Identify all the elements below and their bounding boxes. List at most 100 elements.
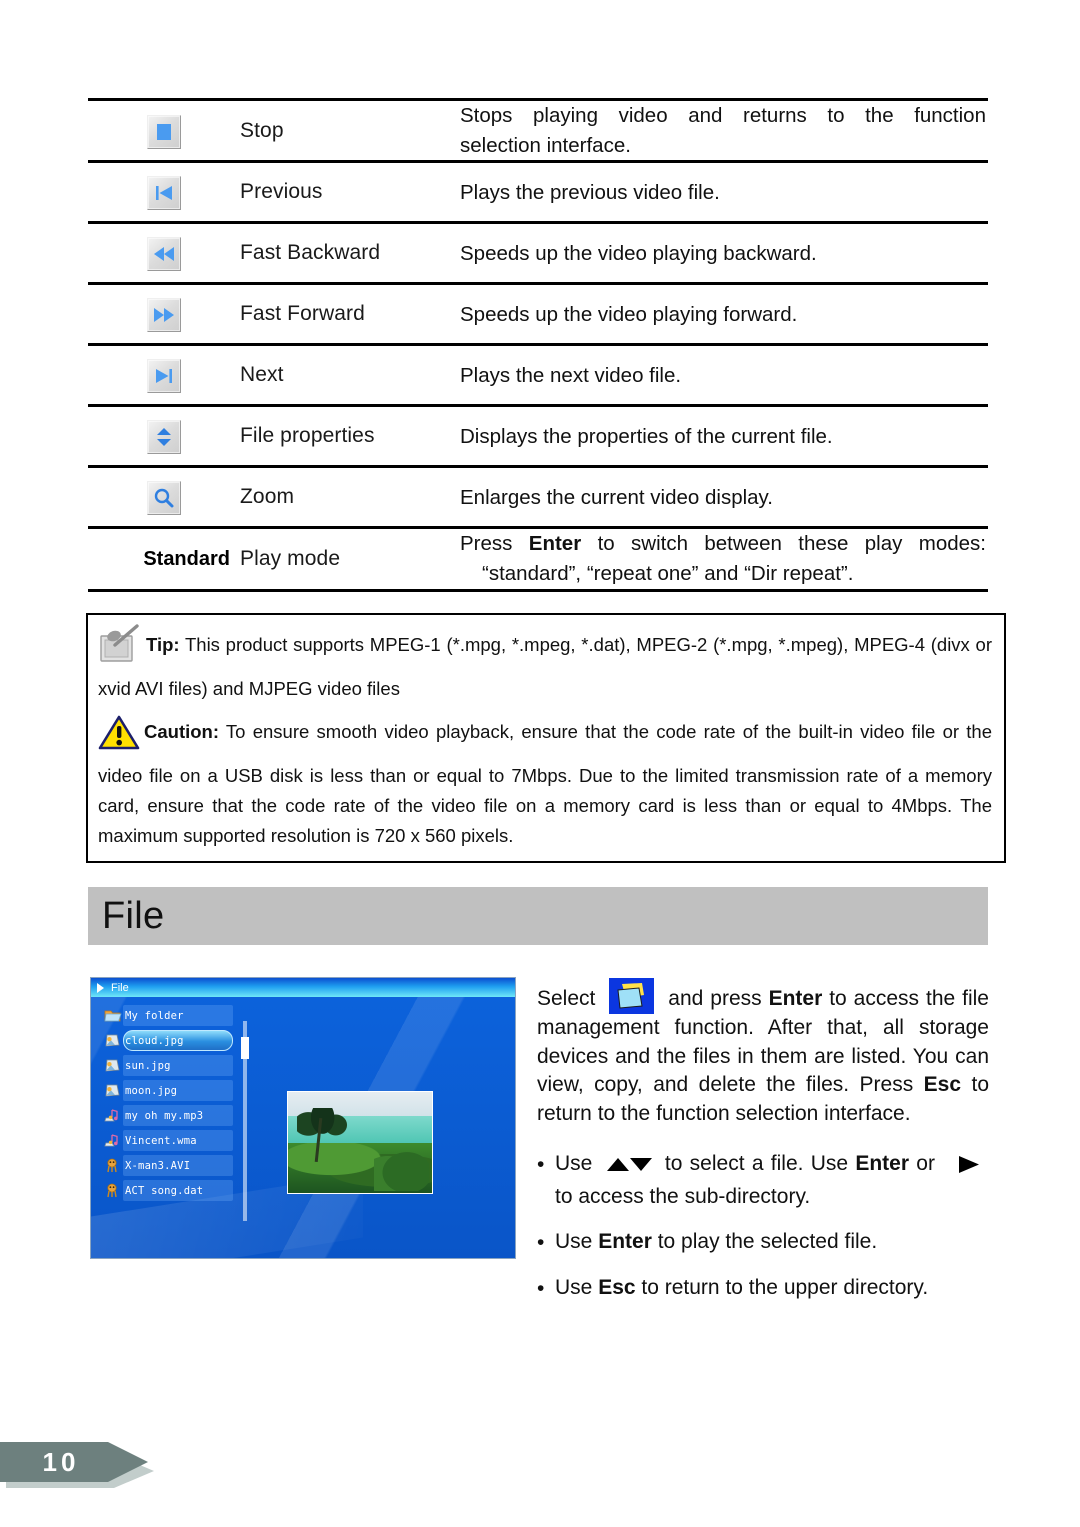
- file-manager-icon: [609, 978, 655, 1014]
- image-icon: [103, 1081, 122, 1100]
- video-icon: [103, 1181, 122, 1200]
- key-enter: Enter: [855, 1152, 910, 1176]
- table-cell-icon: [88, 346, 240, 404]
- image-preview: [287, 1091, 433, 1194]
- desc-line: Stops playing video and returns to the f…: [460, 104, 986, 127]
- table-row: Next Plays the next video file.: [88, 343, 988, 404]
- key-enter: Enter: [598, 1230, 652, 1254]
- file-name: cloud.jpg: [125, 1034, 184, 1047]
- bullet-part: Use: [555, 1230, 599, 1254]
- bullet-part: to play the selected file.: [651, 1230, 878, 1254]
- instruction-bullet-list: • Use to select a file. Use Enter or to …: [537, 1150, 989, 1304]
- section-heading-bar: File: [88, 887, 988, 945]
- desc-line: Speeds up the video playing forward.: [460, 302, 798, 326]
- tip-text: This product supports MPEG-1 (*.mpg, *.m…: [98, 634, 992, 699]
- preview-bush: [374, 1144, 430, 1191]
- list-item[interactable]: Vincent.wma: [103, 1128, 233, 1153]
- page-title: File: [102, 894, 165, 937]
- right-arrow-icon: [957, 1154, 981, 1183]
- list-item[interactable]: My folder: [103, 1003, 233, 1028]
- desc-prefix: Press: [460, 532, 529, 556]
- table-row-play-mode: Standard Play mode Press Enter to switch…: [88, 526, 988, 592]
- file-name: my oh my.mp3: [125, 1109, 204, 1122]
- list-item[interactable]: X-man3.AVI: [103, 1153, 233, 1178]
- fast-forward-icon: [147, 298, 181, 333]
- list-item[interactable]: my oh my.mp3: [103, 1103, 233, 1128]
- table-cell-label: Fast Forward: [240, 302, 365, 326]
- bullet-part: to select a file. Use: [657, 1152, 856, 1176]
- notepad-pen-icon: [98, 623, 144, 674]
- table-cell-desc: Speeds up the video playing forward.: [460, 285, 988, 343]
- select-word: Select: [537, 987, 603, 1010]
- table-cell-desc: Speeds up the video playing backward.: [460, 224, 988, 282]
- desc-line: Speeds up the video playing backward.: [460, 241, 817, 265]
- bullet-dot: •: [537, 1277, 545, 1301]
- page-number: 10: [42, 1446, 80, 1477]
- next-icon: [147, 359, 181, 394]
- paragraph-part: and press: [661, 987, 769, 1010]
- file-name: Vincent.wma: [125, 1134, 197, 1147]
- file-name: sun.jpg: [125, 1059, 171, 1072]
- table-cell-desc: Enlarges the current video display.: [460, 468, 988, 526]
- caution-paragraph: Caution: To ensure smooth video playback…: [98, 714, 992, 851]
- file-name: moon.jpg: [125, 1084, 178, 1097]
- desc-line: Displays the properties of the current f…: [460, 424, 833, 448]
- folder-icon: [103, 1006, 122, 1025]
- table-cell-label: Play mode: [240, 547, 341, 571]
- file-name: ACT song.dat: [125, 1184, 204, 1197]
- table-cell-icon: [88, 407, 240, 465]
- device-file-list: My folder cloud.jpg sun.jpg moon.jpg my …: [103, 1003, 233, 1203]
- list-item[interactable]: sun.jpg: [103, 1053, 233, 1078]
- desc-line: Plays the previous video file.: [460, 180, 720, 204]
- fast-backward-icon: [147, 237, 181, 272]
- table-cell-label: Previous: [240, 180, 323, 204]
- table-cell-label: Stop: [240, 118, 284, 142]
- file-properties-icon: [147, 420, 181, 455]
- file-section-text: Select and press Enter to access the fil…: [537, 978, 989, 1320]
- table-row: Fast Backward Speeds up the video playin…: [88, 221, 988, 282]
- table-cell-desc: Plays the next video file.: [460, 346, 988, 404]
- caution-label: Caution:: [144, 720, 220, 742]
- list-item[interactable]: moon.jpg: [103, 1078, 233, 1103]
- list-item[interactable]: ACT song.dat: [103, 1178, 233, 1203]
- caution-text: To ensure smooth video playback, ensure …: [98, 720, 992, 846]
- table-cell-icon: [88, 163, 240, 221]
- desc-line: Press Enter to switch between these play…: [460, 529, 986, 559]
- file-name: X-man3.AVI: [125, 1159, 191, 1172]
- device-screenshot: File My folder cloud.jpg sun.jpg moon.jp…: [90, 977, 516, 1259]
- file-description-paragraph: Select and press Enter to access the fil…: [537, 978, 989, 1128]
- preview-palm-tree: [296, 1108, 355, 1161]
- desc-line: selection interface.: [460, 133, 631, 157]
- bullet-part: to access the sub-directory.: [555, 1185, 811, 1209]
- tip-caution-box: Tip: This product supports MPEG-1 (*.mpg…: [86, 613, 1006, 863]
- table-cell-icon: [88, 101, 240, 160]
- table-cell-label: Zoom: [240, 485, 295, 509]
- bullet-text: Use Esc to return to the upper directory…: [555, 1274, 989, 1304]
- bullet-part: or: [909, 1152, 935, 1176]
- scrollbar-thumb[interactable]: [241, 1037, 249, 1059]
- bullet-text: Use Enter to play the selected file.: [555, 1228, 989, 1258]
- previous-icon: [147, 176, 181, 211]
- key-enter: Enter: [528, 532, 582, 556]
- list-item: • Use to select a file. Use Enter or to …: [537, 1150, 989, 1212]
- list-item-selected[interactable]: cloud.jpg: [103, 1028, 233, 1053]
- table-cell-icon: [88, 468, 240, 526]
- triangle-right-icon: [97, 982, 104, 993]
- file-name: My folder: [125, 1009, 184, 1022]
- device-titlebar: File: [91, 978, 515, 997]
- bullet-part: to return to the upper directory.: [635, 1276, 929, 1300]
- desc-mid: to switch between these play modes:: [581, 532, 986, 556]
- device-body: My folder cloud.jpg sun.jpg moon.jpg my …: [91, 997, 515, 1258]
- bullet-text: Use to select a file. Use Enter or to ac…: [555, 1150, 989, 1212]
- table-cell-desc: Displays the properties of the current f…: [460, 407, 988, 465]
- bullet-part: Use: [555, 1276, 599, 1300]
- table-cell-desc: Stops playing video and returns to the f…: [460, 101, 988, 160]
- key-esc: Esc: [598, 1276, 636, 1300]
- bullet-dot: •: [537, 1231, 545, 1255]
- play-mode-value: Standard: [143, 547, 230, 570]
- table-cell-label: File properties: [240, 424, 375, 448]
- bullet-part: Use: [555, 1152, 600, 1176]
- table-row: Zoom Enlarges the current video display.: [88, 465, 988, 526]
- table-cell-label: Fast Backward: [240, 241, 381, 265]
- table-cell-label: Next: [240, 363, 284, 387]
